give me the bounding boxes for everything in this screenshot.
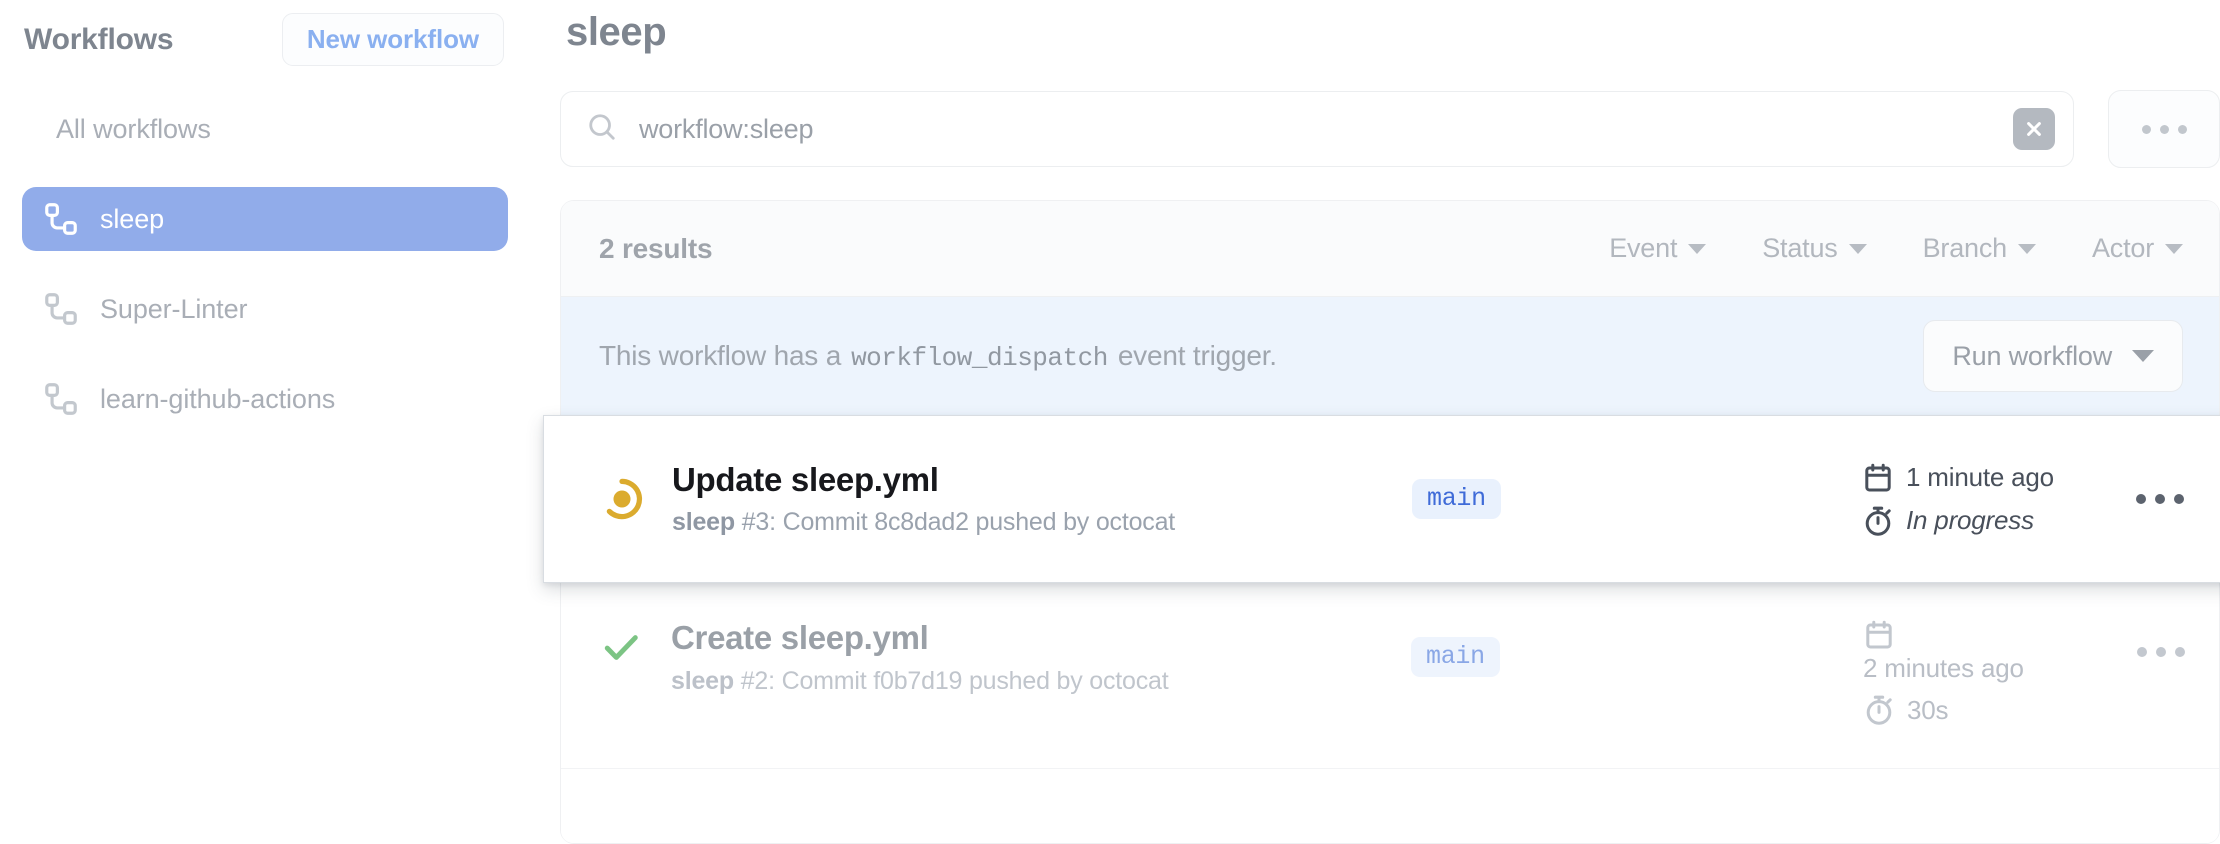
- results-header: 2 results Event Status Branch Actor: [561, 201, 2219, 297]
- kebab-dot-icon: [2174, 494, 2184, 504]
- chevron-down-icon: [2132, 350, 2154, 362]
- sidebar-header: Workflows New workflow: [0, 0, 530, 66]
- check-icon: [599, 619, 671, 669]
- branch-badge[interactable]: main: [1411, 637, 1500, 677]
- sidebar-item-sleep[interactable]: sleep: [22, 187, 508, 251]
- filter-status[interactable]: Status: [1762, 233, 1867, 264]
- kebab-dot-icon: [2159, 124, 2169, 134]
- run-meta: 1 minute ago In progress: [1862, 462, 2102, 537]
- stopwatch-icon: [1863, 694, 1895, 726]
- clear-search-icon[interactable]: [2013, 108, 2055, 150]
- run-workflow-name: sleep: [671, 666, 734, 695]
- sidebar-item-label: All workflows: [56, 113, 211, 144]
- branch-cell: main: [1372, 479, 1702, 519]
- more-options-button[interactable]: [2108, 90, 2220, 168]
- run-info: Update sleep.yml sleep #3: Commit 8c8dad…: [672, 461, 1372, 538]
- row-options-button[interactable]: [2136, 494, 2184, 504]
- results-count: 2 results: [599, 232, 713, 264]
- run-title[interactable]: Update sleep.yml: [672, 461, 1372, 499]
- filter-label: Branch: [1922, 233, 2008, 263]
- sidebar-item-label: Super-Linter: [100, 293, 248, 324]
- run-workflow-label: Run workflow: [1952, 340, 2112, 371]
- run-meta: 2 minutes ago 30s: [1863, 619, 2103, 726]
- filter-label: Event: [1609, 233, 1678, 263]
- run-duration-label: In progress: [1906, 505, 2034, 535]
- search-icon: [587, 112, 639, 147]
- filter-label: Status: [1762, 233, 1838, 263]
- run-duration-label: 30s: [1907, 694, 1949, 725]
- sidebar-item-super-linter[interactable]: Super-Linter: [22, 277, 508, 341]
- workflow-runs-panel: 2 results Event Status Branch Actor This…: [543, 200, 2220, 844]
- branch-badge[interactable]: main: [1412, 479, 1501, 519]
- run-number: #3: [741, 508, 770, 537]
- chevron-down-icon: [2017, 243, 2036, 254]
- workflow-run-list: Update sleep.yml sleep #3: Commit 8c8dad…: [543, 415, 2220, 769]
- panel-footer: [561, 769, 2219, 843]
- run-subtitle-rest: : Commit f0b7d19 pushed by octocat: [768, 666, 1169, 695]
- workflow-icon: [44, 382, 100, 416]
- filters: Event Status Branch Actor: [1609, 233, 2183, 264]
- sidebar-item-learn-github-actions[interactable]: learn-github-actions: [22, 367, 508, 431]
- branch-cell: main: [1371, 619, 1701, 677]
- kebab-dot-icon: [2156, 647, 2166, 657]
- main-content: sleep workflow:sleep 2 results Event Sta…: [543, 0, 2220, 844]
- run-workflow-button[interactable]: Run workflow: [1923, 320, 2183, 392]
- calendar-icon: [1862, 462, 1894, 494]
- table-row[interactable]: Update sleep.yml sleep #3: Commit 8c8dad…: [543, 415, 2220, 583]
- workflow-runs-page: Workflows New workflow All workflows sle…: [0, 0, 2220, 844]
- banner-text-before: This workflow has a: [599, 339, 842, 371]
- run-workflow-name: sleep: [672, 508, 735, 537]
- run-time: 1 minute ago: [1862, 462, 2102, 494]
- run-title[interactable]: Create sleep.yml: [671, 619, 1371, 657]
- chevron-down-icon: [1688, 243, 1707, 254]
- search-input[interactable]: workflow:sleep: [560, 91, 2074, 167]
- sidebar-item-label: sleep: [100, 203, 165, 234]
- run-subtitle-rest: : Commit 8c8dad2 pushed by octocat: [769, 508, 1176, 537]
- workflow-icon: [44, 202, 100, 236]
- run-duration: 30s: [1863, 694, 2103, 726]
- stopwatch-icon: [1862, 505, 1894, 537]
- calendar-icon: [1863, 619, 2103, 651]
- workflows-sidebar: Workflows New workflow All workflows sle…: [0, 0, 530, 840]
- kebab-dot-icon: [2175, 647, 2185, 657]
- in-progress-icon: [600, 477, 672, 521]
- row-options-button[interactable]: [2137, 647, 2185, 657]
- sidebar-items: All workflows sleep Super-Linter learn-g…: [0, 97, 530, 431]
- sidebar-title: Workflows: [24, 22, 174, 56]
- sidebar-item-all-workflows[interactable]: All workflows: [22, 97, 508, 161]
- workflow-dispatch-banner: This workflow has a workflow_dispatch ev…: [561, 297, 2219, 415]
- kebab-dot-icon: [2155, 494, 2165, 504]
- kebab-dot-icon: [2136, 494, 2146, 504]
- chevron-down-icon: [1848, 243, 1867, 254]
- search-row: workflow:sleep: [560, 90, 2220, 168]
- run-time-label: 1 minute ago: [1906, 462, 2054, 492]
- banner-event-code: workflow_dispatch: [851, 342, 1108, 373]
- chevron-down-icon: [2165, 243, 2183, 254]
- workflow-icon: [44, 292, 100, 326]
- kebab-dot-icon: [2177, 124, 2187, 134]
- run-time: 2 minutes ago: [1863, 619, 2103, 684]
- filter-actor[interactable]: Actor: [2092, 233, 2183, 264]
- page-title: sleep: [566, 10, 667, 54]
- new-workflow-button[interactable]: New workflow: [281, 13, 504, 66]
- run-subtitle: sleep #2: Commit f0b7d19 pushed by octoc…: [671, 667, 1371, 696]
- table-row[interactable]: Create sleep.yml sleep #2: Commit f0b7d1…: [561, 583, 2219, 769]
- sidebar-item-label: learn-github-actions: [100, 383, 336, 414]
- run-subtitle: sleep #3: Commit 8c8dad2 pushed by octoc…: [672, 508, 1372, 537]
- filter-event[interactable]: Event: [1609, 233, 1707, 264]
- filter-label: Actor: [2091, 233, 2154, 263]
- kebab-dot-icon: [2137, 647, 2147, 657]
- run-number: #2: [740, 666, 769, 695]
- kebab-dot-icon: [2141, 124, 2151, 134]
- filter-branch[interactable]: Branch: [1923, 233, 2036, 264]
- banner-text: This workflow has a workflow_dispatch ev…: [599, 340, 1277, 373]
- banner-text-after: event trigger.: [1117, 339, 1277, 371]
- search-input-value: workflow:sleep: [639, 113, 814, 144]
- run-info: Create sleep.yml sleep #2: Commit f0b7d1…: [671, 619, 1371, 696]
- run-duration: In progress: [1862, 505, 2102, 537]
- run-time-label: 2 minutes ago: [1863, 653, 2024, 683]
